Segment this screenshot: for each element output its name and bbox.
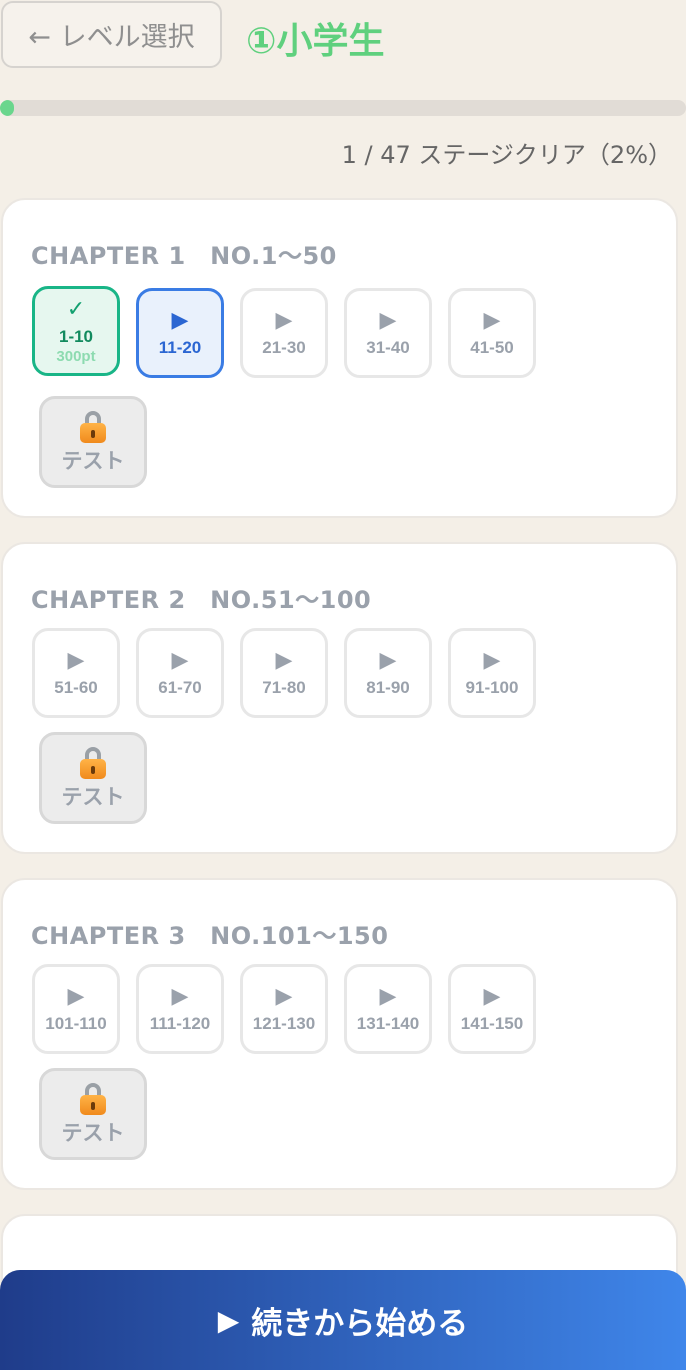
- stage-button-71-80[interactable]: ▶ 71-80: [240, 628, 328, 718]
- stage-button-1-10[interactable]: ✓ 1-10 300pt: [32, 286, 120, 376]
- chapter-title: CHAPTER 1 NO.1〜50: [31, 242, 337, 270]
- play-icon: ▶: [379, 984, 397, 1009]
- stage-label: 71-80: [262, 678, 306, 697]
- stage-button-141-150[interactable]: ▶ 141-150: [448, 964, 536, 1054]
- chapter-title: CHAPTER 3 NO.101〜150: [31, 922, 389, 950]
- stage-label: 101-110: [45, 1014, 107, 1033]
- play-icon: ▶: [217, 1303, 240, 1337]
- play-icon: ▶: [275, 648, 293, 673]
- play-icon: ▶: [171, 984, 189, 1009]
- stage-button-31-40[interactable]: ▶ 31-40: [344, 288, 432, 378]
- stage-button-51-60[interactable]: ▶ 51-60: [32, 628, 120, 718]
- chapter-test-button[interactable]: テスト: [39, 396, 147, 488]
- play-icon: ▶: [171, 648, 189, 673]
- progress-fill: [0, 100, 14, 116]
- stage-label: 81-90: [366, 678, 410, 697]
- stage-label: 111-120: [149, 1014, 211, 1033]
- stage-label: 121-130: [252, 1014, 316, 1033]
- stage-label: 41-50: [470, 338, 514, 357]
- play-icon: ▶: [379, 308, 397, 333]
- stage-label: 91-100: [465, 678, 519, 697]
- stage-button-91-100[interactable]: ▶ 91-100: [448, 628, 536, 718]
- continue-button[interactable]: ▶ 続きから始める: [0, 1270, 686, 1370]
- header: ← レベル選択 ①小学生: [0, 0, 686, 80]
- chapter-title: CHAPTER 2 NO.51〜100: [31, 586, 372, 614]
- stage-button-121-130[interactable]: ▶ 121-130: [240, 964, 328, 1054]
- chapter-card-3: CHAPTER 3 NO.101〜150 ▶ 101-110 ▶ 111-120…: [1, 878, 678, 1190]
- chapter-card-2: CHAPTER 2 NO.51〜100 ▶ 51-60 ▶ 61-70 ▶ 71…: [1, 542, 678, 854]
- stage-label: 51-60: [54, 678, 98, 697]
- play-icon: ▶: [67, 984, 85, 1009]
- stage-label: 61-70: [158, 678, 202, 697]
- stage-button-21-30[interactable]: ▶ 21-30: [240, 288, 328, 378]
- test-label: テスト: [61, 785, 125, 809]
- play-icon: ▶: [379, 648, 397, 673]
- chapter-card-1: CHAPTER 1 NO.1〜50 ✓ 1-10 300pt ▶ 11-20 ▶…: [1, 198, 678, 518]
- stage-label: 31-40: [366, 338, 410, 357]
- stage-button-81-90[interactable]: ▶ 81-90: [344, 628, 432, 718]
- play-icon: ▶: [171, 308, 189, 333]
- test-label: テスト: [61, 449, 125, 473]
- stage-label: 21-30: [262, 338, 306, 357]
- back-to-level-select-button[interactable]: ← レベル選択: [1, 1, 222, 68]
- play-icon: ▶: [483, 308, 501, 333]
- stage-button-41-50[interactable]: ▶ 41-50: [448, 288, 536, 378]
- stage-button-111-120[interactable]: ▶ 111-120: [136, 964, 224, 1054]
- check-icon: ✓: [66, 297, 86, 322]
- stage-button-131-140[interactable]: ▶ 131-140: [344, 964, 432, 1054]
- progress-text: 1 / 47 ステージクリア（2%）: [341, 141, 672, 169]
- play-icon: ▶: [275, 984, 293, 1009]
- continue-label: 続きから始める: [251, 1305, 469, 1342]
- lock-icon: [78, 1083, 108, 1115]
- play-icon: ▶: [483, 648, 501, 673]
- stage-button-61-70[interactable]: ▶ 61-70: [136, 628, 224, 718]
- stage-label: 131-140: [356, 1014, 420, 1033]
- stage-button-101-110[interactable]: ▶ 101-110: [32, 964, 120, 1054]
- chapter-test-button[interactable]: テスト: [39, 732, 147, 824]
- lock-icon: [78, 411, 108, 443]
- play-icon: ▶: [67, 648, 85, 673]
- play-icon: ▶: [483, 984, 501, 1009]
- stage-label: 11-20: [158, 338, 202, 357]
- play-icon: ▶: [275, 308, 293, 333]
- chapter-test-button[interactable]: テスト: [39, 1068, 147, 1160]
- stage-points: 300pt: [56, 348, 96, 365]
- progress-bar: [0, 100, 686, 116]
- stage-button-11-20[interactable]: ▶ 11-20: [136, 288, 224, 378]
- stage-label: 141-150: [460, 1014, 524, 1033]
- lock-icon: [78, 747, 108, 779]
- level-title: ①小学生: [246, 21, 385, 62]
- stage-label: 1-10: [58, 327, 94, 346]
- test-label: テスト: [61, 1121, 125, 1145]
